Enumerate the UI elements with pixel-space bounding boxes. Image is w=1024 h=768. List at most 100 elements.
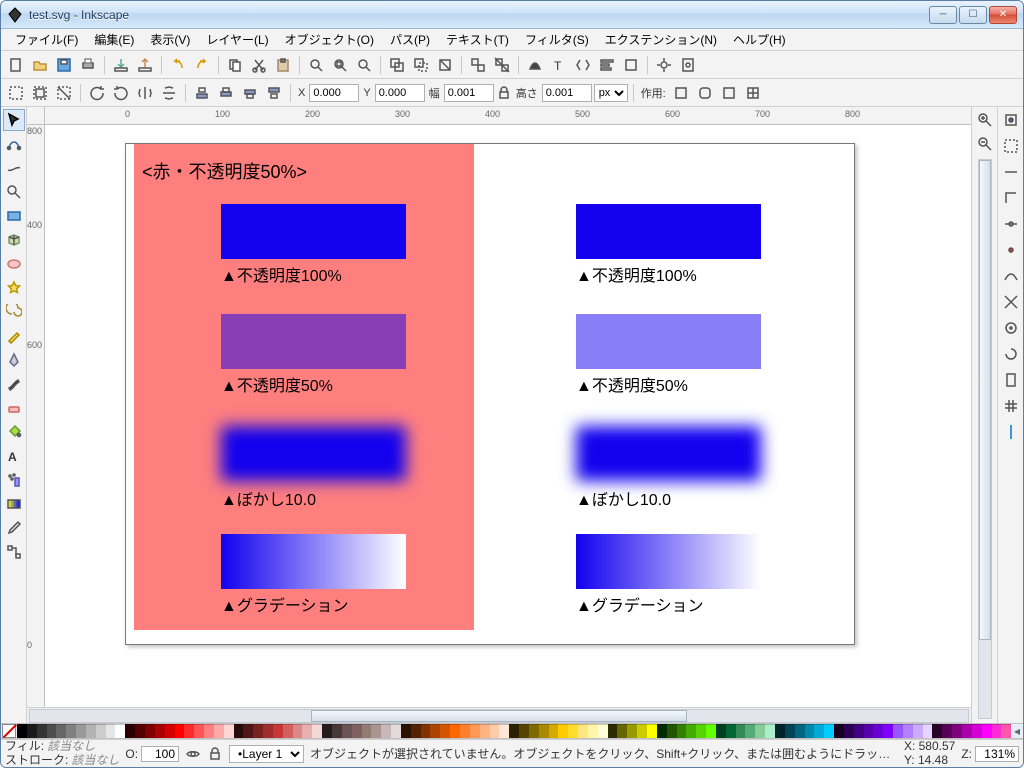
snap-toggle-icon[interactable]: [1000, 109, 1022, 131]
swatch[interactable]: [578, 724, 588, 738]
swatch[interactable]: [115, 724, 125, 738]
prefs-icon[interactable]: [653, 54, 675, 76]
snap-center-icon[interactable]: [1000, 317, 1022, 339]
eraser-tool-icon[interactable]: [3, 397, 25, 419]
swatch[interactable]: [903, 724, 913, 738]
swatch[interactable]: [391, 724, 401, 738]
swatch[interactable]: [755, 724, 765, 738]
swatch[interactable]: [736, 724, 746, 738]
undo-icon[interactable]: [167, 54, 189, 76]
deselect-icon[interactable]: [53, 82, 75, 104]
swatch[interactable]: [962, 724, 972, 738]
swatch[interactable]: [125, 724, 135, 738]
swatch[interactable]: [696, 724, 706, 738]
swatch[interactable]: [805, 724, 815, 738]
swatch[interactable]: [312, 724, 322, 738]
swatch[interactable]: [135, 724, 145, 738]
swatch[interactable]: [647, 724, 657, 738]
swatch[interactable]: [686, 724, 696, 738]
maximize-button[interactable]: ☐: [959, 6, 987, 24]
ungroup-icon[interactable]: [491, 54, 513, 76]
snap-intersect-icon[interactable]: [1000, 291, 1022, 313]
swatch[interactable]: [598, 724, 608, 738]
zoom-in-icon[interactable]: [974, 109, 996, 131]
swatch[interactable]: [667, 724, 677, 738]
align-dialog-icon[interactable]: [596, 54, 618, 76]
rect-r2[interactable]: [576, 314, 761, 369]
select-all-layers-icon[interactable]: [29, 82, 51, 104]
swatch[interactable]: [175, 724, 185, 738]
lower-bottom-icon[interactable]: [191, 82, 213, 104]
swatch[interactable]: [401, 724, 411, 738]
swatch[interactable]: [834, 724, 844, 738]
rect-r4[interactable]: [576, 534, 761, 589]
swatch[interactable]: [184, 724, 194, 738]
flip-v-icon[interactable]: [158, 82, 180, 104]
new-doc-icon[interactable]: [5, 54, 27, 76]
swatch[interactable]: [952, 724, 962, 738]
snap-guide-icon[interactable]: [1000, 421, 1022, 443]
canvas[interactable]: <赤・不透明度50%> ▲不透明度100% ▲不透明度50% ▲ぼかし10.0 …: [45, 125, 971, 707]
swatch[interactable]: [47, 724, 57, 738]
swatch[interactable]: [96, 724, 106, 738]
close-button[interactable]: ✕: [989, 6, 1017, 24]
export-icon[interactable]: [134, 54, 156, 76]
swatch[interactable]: [243, 724, 253, 738]
swatch[interactable]: [490, 724, 500, 738]
rotate-cw-icon[interactable]: [110, 82, 132, 104]
swatch[interactable]: [558, 724, 568, 738]
swatch[interactable]: [706, 724, 716, 738]
menu-edit[interactable]: 編集(E): [86, 29, 142, 50]
swatch[interactable]: [608, 724, 618, 738]
redo-icon[interactable]: [191, 54, 213, 76]
swatch[interactable]: [460, 724, 470, 738]
rect-tool-icon[interactable]: [3, 205, 25, 227]
affect-stroke-icon[interactable]: [670, 82, 692, 104]
swatch[interactable]: [617, 724, 627, 738]
rect-r1[interactable]: [576, 204, 761, 259]
swatch[interactable]: [637, 724, 647, 738]
menu-layer[interactable]: レイヤー(L): [198, 29, 276, 50]
swatch[interactable]: [588, 724, 598, 738]
xml-editor-icon[interactable]: [572, 54, 594, 76]
swatch[interactable]: [27, 724, 37, 738]
opacity-input[interactable]: [141, 746, 179, 762]
unit-select[interactable]: px: [594, 84, 628, 102]
swatch[interactable]: [224, 724, 234, 738]
rect-l3[interactable]: [221, 426, 406, 481]
swatch[interactable]: [775, 724, 785, 738]
swatch[interactable]: [824, 724, 834, 738]
swatch[interactable]: [864, 724, 874, 738]
rect-l1[interactable]: [221, 204, 406, 259]
swatch[interactable]: [883, 724, 893, 738]
cut-icon[interactable]: [248, 54, 270, 76]
menu-view[interactable]: 表示(V): [142, 29, 198, 50]
raise-top-icon[interactable]: [263, 82, 285, 104]
swatch[interactable]: [440, 724, 450, 738]
swatch[interactable]: [234, 724, 244, 738]
minimize-button[interactable]: ─: [929, 6, 957, 24]
unlink-clone-icon[interactable]: [434, 54, 456, 76]
swatch[interactable]: [332, 724, 342, 738]
swatch[interactable]: [450, 724, 460, 738]
swatch[interactable]: [480, 724, 490, 738]
rect-r3[interactable]: [576, 426, 761, 481]
swatch[interactable]: [972, 724, 982, 738]
dropper-tool-icon[interactable]: [3, 517, 25, 539]
y-input[interactable]: [375, 84, 425, 102]
swatch[interactable]: [519, 724, 529, 738]
swatch[interactable]: [362, 724, 372, 738]
swatch[interactable]: [106, 724, 116, 738]
swatch[interactable]: [17, 724, 27, 738]
swatch[interactable]: [627, 724, 637, 738]
swatch[interactable]: [342, 724, 352, 738]
swatch[interactable]: [155, 724, 165, 738]
ellipse-tool-icon[interactable]: [3, 253, 25, 275]
star-tool-icon[interactable]: [3, 277, 25, 299]
swatch[interactable]: [716, 724, 726, 738]
swatch[interactable]: [56, 724, 66, 738]
swatch[interactable]: [470, 724, 480, 738]
gradient-tool-icon[interactable]: [3, 493, 25, 515]
swatch[interactable]: [795, 724, 805, 738]
zoom-tool-icon[interactable]: [3, 181, 25, 203]
